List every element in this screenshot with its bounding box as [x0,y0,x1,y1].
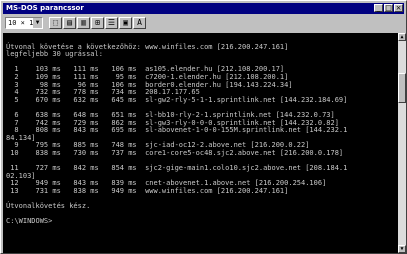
console-line: 5 670 ms 632 ms 645 ms sl-gw2-rly-5-1-1.… [6,95,348,104]
console-line: 10 838 ms 730 ms 737 ms core1-core5-oc48… [6,148,344,157]
properties-icon[interactable]: ☰ [105,17,118,29]
console-line: legfeljebb 30 ugrással: [6,50,103,59]
vertical-scrollbar[interactable]: ▲ ▼ [398,33,406,253]
font-size-select[interactable]: 10 × 18 ▼ [5,17,43,29]
window-title: MS-DOS parancssor [6,4,84,12]
scroll-thumb[interactable] [398,73,406,103]
console-text: Útvonal követése a következőhöz: www.win… [6,36,347,226]
mark-icon[interactable]: ⬚ [49,17,62,29]
fullscreen-icon[interactable]: ⊞ [91,17,104,29]
title-bar[interactable]: MS-DOS parancssor _ □ × [3,3,404,14]
console-line: Útvonalkövetés kész. [6,202,91,211]
paste-icon[interactable]: ▥ [77,17,90,29]
console-output[interactable]: Útvonal követése a következőhöz: www.win… [3,33,398,253]
console-line: C:\WINDOWS> [6,217,53,226]
console-line: 13 731 ms 838 ms 949 ms www.winfiles.com… [6,186,289,195]
copy-icon[interactable]: ▤ [63,17,76,29]
font-icon[interactable]: A [133,17,146,29]
minimize-button[interactable]: _ [374,4,383,12]
close-button[interactable]: × [394,4,403,12]
console-line: 11 727 ms 842 ms 854 ms sjc2-gige-main1.… [6,164,348,173]
msdos-window: MS-DOS parancssor _ □ × 10 × 18 ▼ ⬚ ▤ ▥ ⊞ ☰ ▣… [0,0,407,254]
background-icon[interactable]: ▣ [119,17,132,29]
chevron-down-icon[interactable]: ▼ [33,18,42,28]
scroll-down-icon[interactable]: ▼ [398,245,406,253]
scroll-up-icon[interactable]: ▲ [398,33,406,41]
console-line: 8 808 ms 843 ms 695 ms sl-abovenet-1-0-0… [6,126,348,135]
toolbar: 10 × 18 ▼ ⬚ ▤ ▥ ⊞ ☰ ▣ A [3,15,404,32]
maximize-button[interactable]: □ [384,4,393,12]
